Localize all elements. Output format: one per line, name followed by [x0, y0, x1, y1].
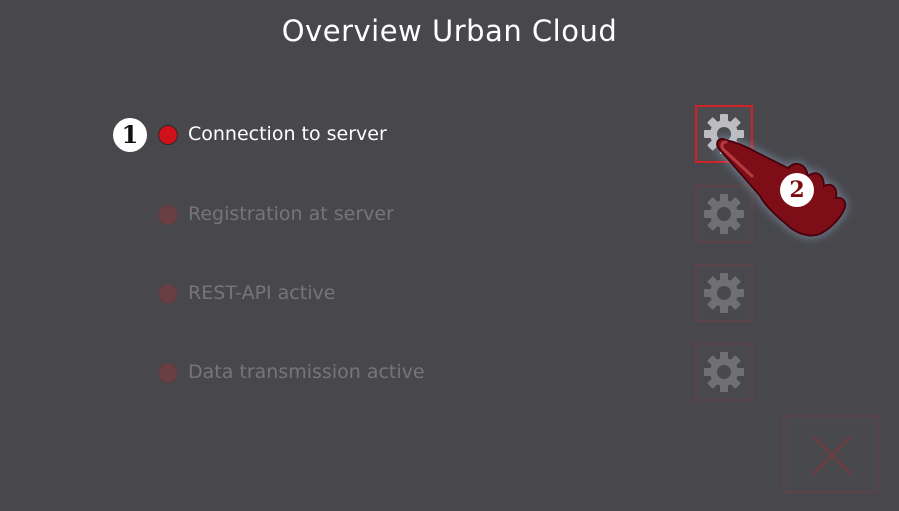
status-label: Registration at server [188, 203, 394, 225]
status-row-rest-api: REST-API active [0, 264, 899, 322]
status-indicator [158, 363, 178, 383]
status-indicator [158, 125, 178, 145]
gear-icon [704, 273, 744, 313]
gear-icon [704, 352, 744, 392]
settings-button-data-transmission[interactable] [695, 343, 753, 401]
page-title: Overview Urban Cloud [281, 14, 618, 48]
status-label: REST-API active [188, 282, 336, 304]
status-row-data-transmission: Data transmission active [0, 343, 899, 401]
status-label: Connection to server [188, 123, 387, 145]
status-indicator [158, 205, 178, 225]
status-label: Data transmission active [188, 361, 425, 383]
close-icon [811, 434, 853, 476]
step-2-callout: 2 [780, 173, 814, 207]
step-1-callout: 1 [113, 118, 147, 152]
status-indicator [158, 284, 178, 304]
close-button[interactable] [783, 415, 879, 493]
settings-button-rest-api[interactable] [695, 264, 753, 322]
